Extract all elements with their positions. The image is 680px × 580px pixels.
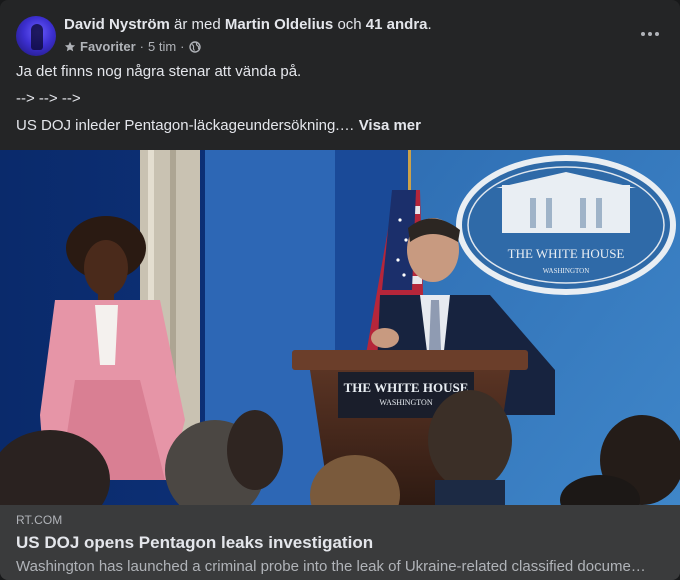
author-line: David Nyström är med Martin Oldelius och… (64, 16, 432, 33)
link-preview[interactable]: RT.COM US DOJ opens Pentagon leaks inves… (0, 505, 680, 580)
see-more-link[interactable]: Visa mer (359, 117, 421, 134)
link-description: Washington has launched a criminal probe… (16, 558, 646, 575)
globe-icon[interactable] (188, 40, 201, 53)
seal-sign-title: THE WHITE HOUSE (508, 246, 625, 261)
others-link[interactable]: 41 andra (366, 16, 428, 33)
tagged-person[interactable]: Martin Oldelius (225, 16, 333, 33)
meta-separator-2: · (180, 39, 185, 54)
more-icon (641, 32, 645, 36)
star-icon (64, 41, 76, 51)
with-text: är med (174, 16, 221, 33)
seal-sign-subtitle: WASHINGTON (543, 267, 590, 275)
post-text-line-3: US DOJ inleder Pentagon-läckageundersökn… (16, 116, 664, 136)
link-title[interactable]: US DOJ opens Pentagon leaks investigatio… (16, 533, 664, 553)
post-text-line-2: --> --> --> (16, 90, 81, 107)
post-header: David Nyström är med Martin Oldelius och… (16, 14, 664, 58)
podium-sign-subtitle: WASHINGTON (379, 398, 432, 407)
favorites-label[interactable]: Favoriter (80, 39, 136, 54)
link-domain: RT.COM (16, 513, 63, 527)
more-options-button[interactable] (636, 24, 664, 44)
post-time[interactable]: 5 tim (148, 39, 176, 54)
press-briefing-photo: THE WHITE HOUSE WASHINGTON THE WHITE HOU… (0, 150, 680, 505)
author-name[interactable]: David Nyström (64, 16, 170, 33)
meta-separator: · (139, 39, 144, 54)
podium-sign-title: THE WHITE HOUSE (344, 380, 469, 395)
post-text: Ja det finns nog några stenar att vända … (16, 62, 664, 143)
link-image[interactable]: THE WHITE HOUSE WASHINGTON THE WHITE HOU… (0, 150, 680, 505)
and-text: och (337, 16, 362, 33)
feed-post: David Nyström är med Martin Oldelius och… (0, 0, 680, 580)
avatar[interactable] (16, 16, 56, 56)
post-text-line-1: Ja det finns nog några stenar att vända … (16, 63, 302, 80)
post-text-line-3-content: US DOJ inleder Pentagon-läckageundersökn… (16, 117, 355, 134)
period: . (427, 16, 432, 33)
post-meta: Favoriter · 5 tim · (64, 39, 201, 54)
